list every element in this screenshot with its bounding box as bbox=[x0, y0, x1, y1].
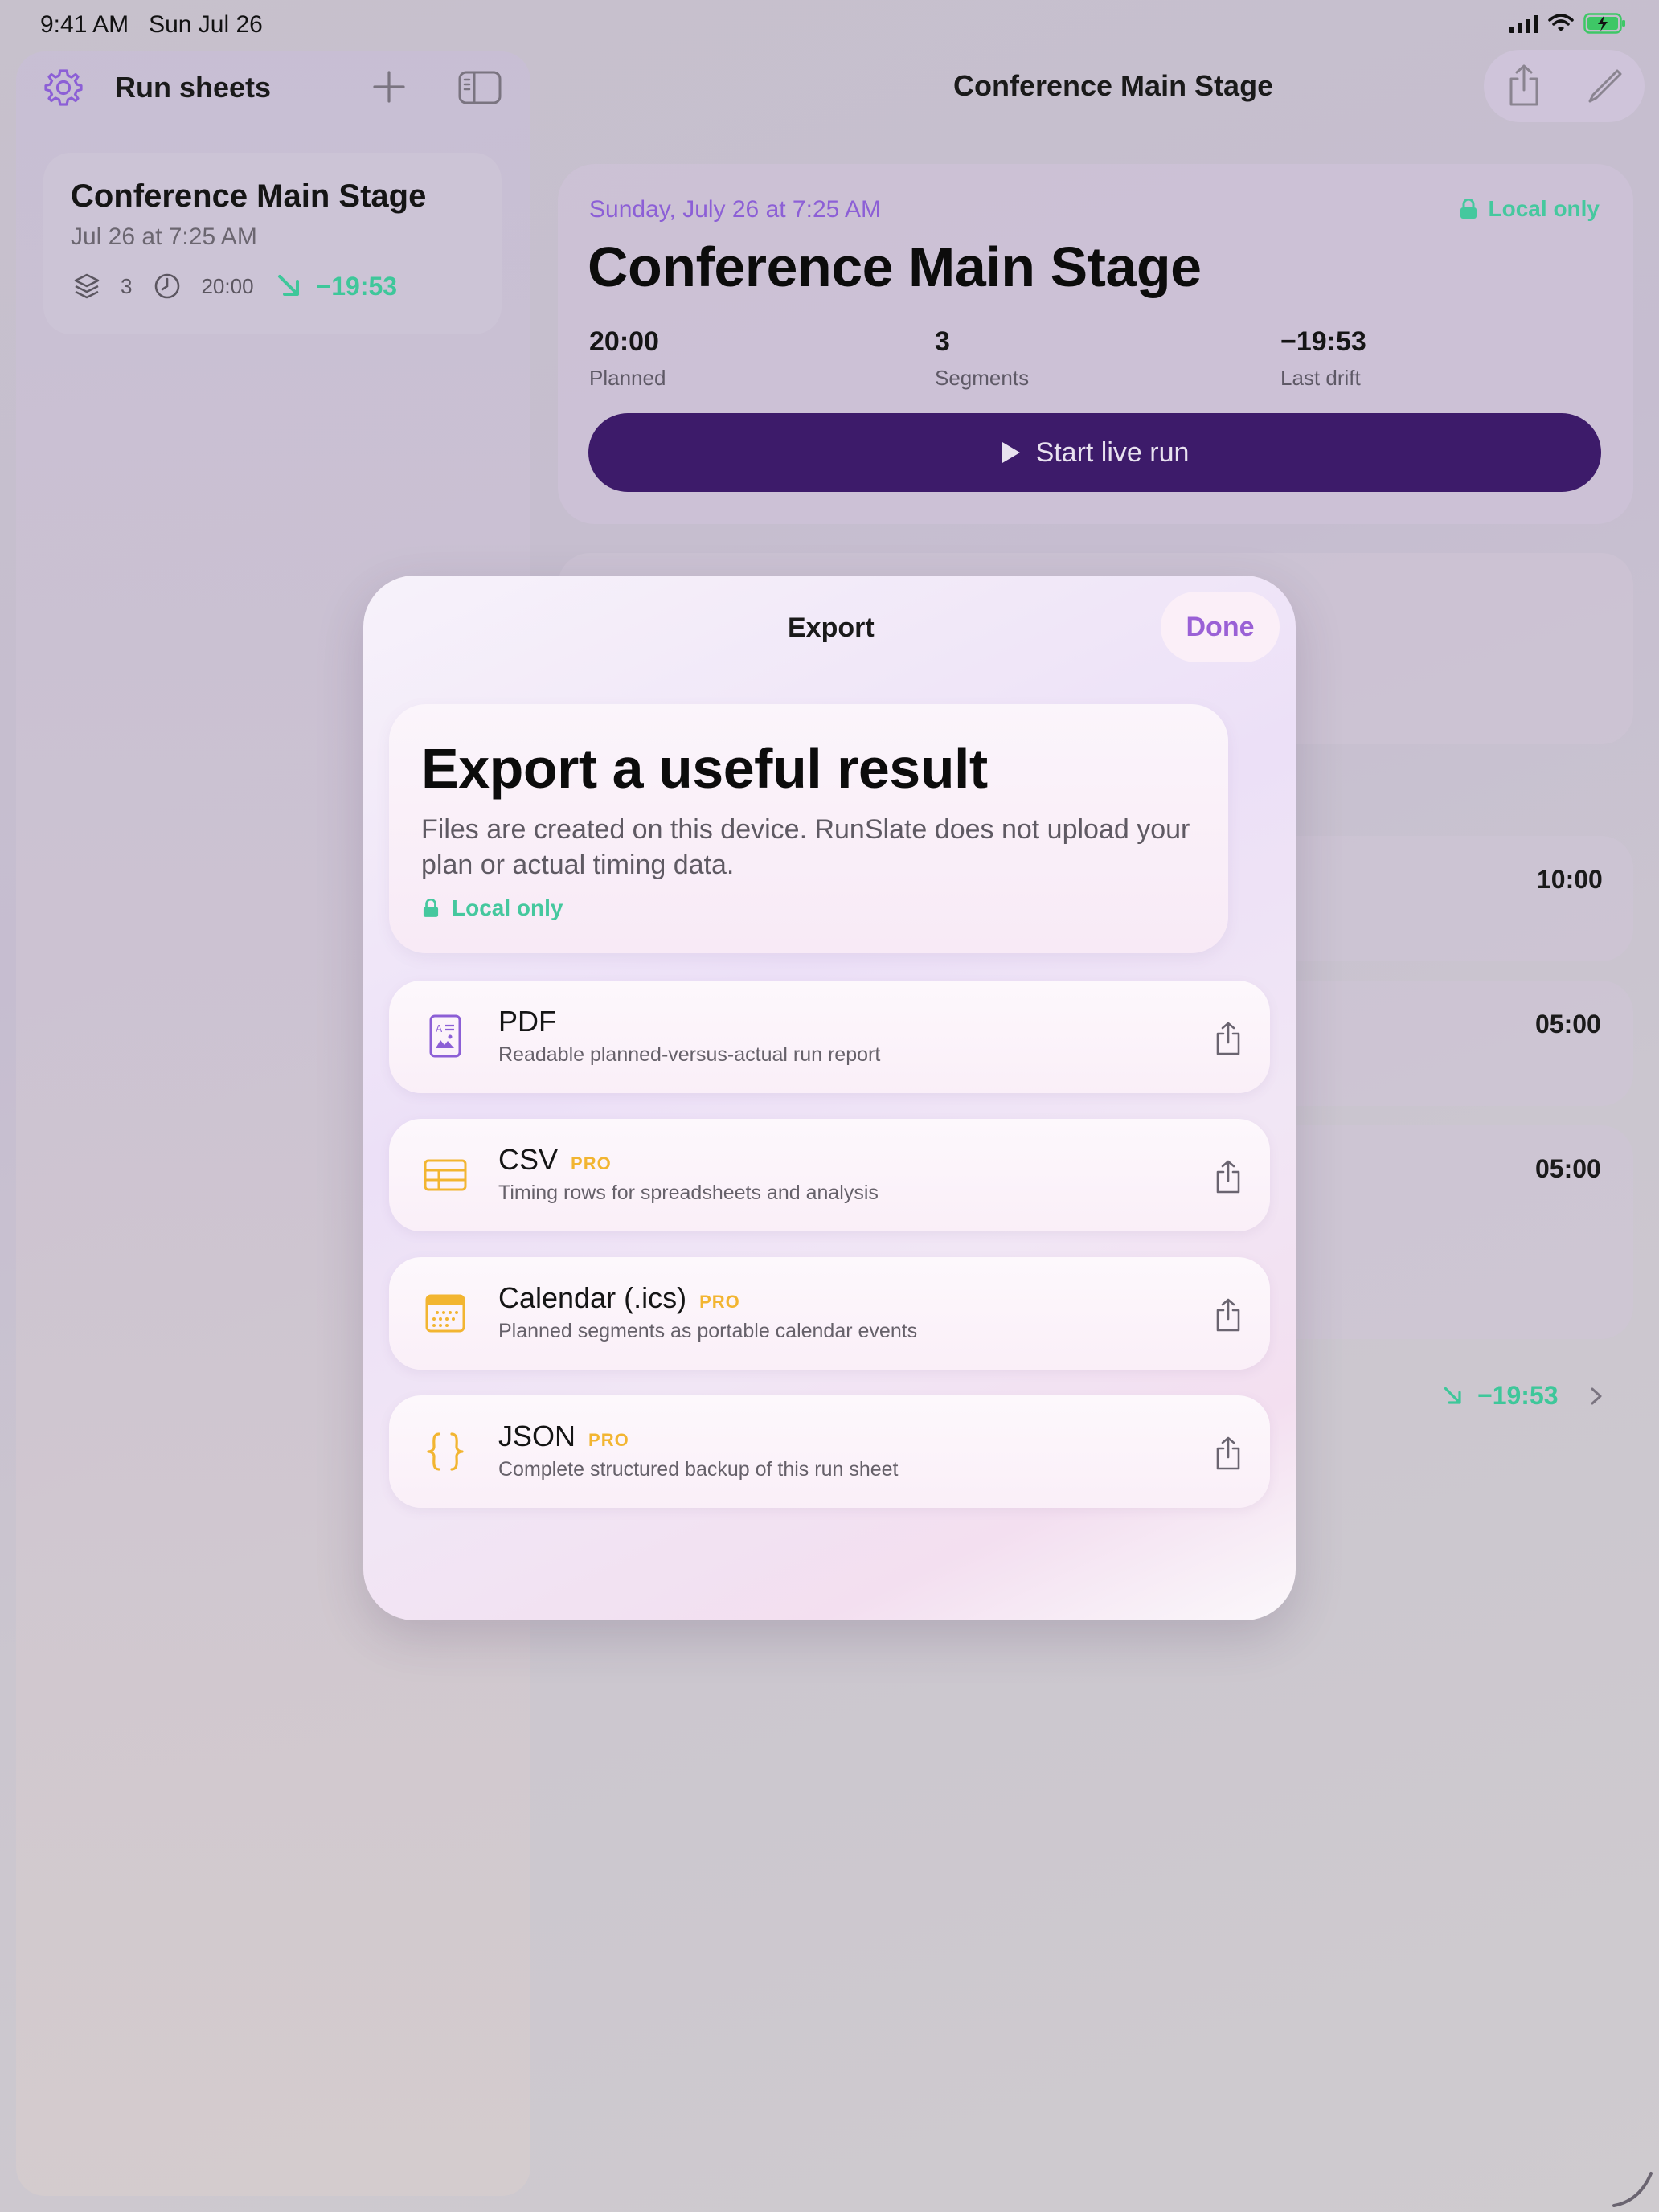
segment-duration: 05:00 bbox=[1535, 1154, 1601, 1183]
stat-planned: 20:00 Planned bbox=[589, 326, 666, 391]
run-sheet-segment-count: 3 bbox=[121, 273, 133, 298]
stat-segments: 3 Segments bbox=[935, 326, 1029, 391]
share-icon[interactable] bbox=[1212, 1159, 1244, 1194]
run-sheet-duration: 20:00 bbox=[201, 273, 254, 298]
export-option-name: CSV PRO bbox=[498, 1143, 612, 1177]
share-icon[interactable] bbox=[1212, 1436, 1244, 1471]
export-option-title: PDF bbox=[498, 1005, 556, 1038]
export-option-name: JSON PRO bbox=[498, 1419, 629, 1453]
last-run-drift-value: −19:53 bbox=[1477, 1381, 1559, 1410]
export-option-title: CSV bbox=[498, 1143, 559, 1176]
segment-duration: 10:00 bbox=[1537, 865, 1603, 894]
export-option-name: PDF bbox=[498, 1005, 556, 1038]
local-only-badge: Local only bbox=[423, 895, 563, 921]
clock-icon bbox=[155, 273, 180, 299]
run-sheet-drift: −19:53 bbox=[316, 271, 398, 301]
local-only-label: Local only bbox=[452, 895, 563, 920]
segment-duration: 05:00 bbox=[1535, 1010, 1601, 1038]
add-sheet-button[interactable] bbox=[371, 69, 407, 104]
main-title: Conference Main Stage bbox=[953, 69, 1274, 102]
export-option-title: JSON bbox=[498, 1419, 576, 1452]
run-sheet-title: Conference Main Stage bbox=[71, 178, 427, 214]
play-icon bbox=[1002, 442, 1020, 463]
lock-icon bbox=[1460, 199, 1477, 219]
stat-label: Planned bbox=[589, 366, 666, 390]
lock-icon bbox=[423, 899, 439, 917]
resize-handle-icon bbox=[1612, 2172, 1653, 2207]
pro-badge: PRO bbox=[699, 1292, 740, 1312]
export-sheet-title: Export bbox=[788, 612, 875, 643]
cellular-signal-icon bbox=[1509, 14, 1538, 33]
pro-badge: PRO bbox=[588, 1430, 629, 1450]
arrow-down-right-icon bbox=[1444, 1387, 1461, 1404]
stat-value: −19:53 bbox=[1280, 326, 1366, 357]
export-hero-body: Files are created on this device. RunSla… bbox=[421, 814, 1190, 880]
run-sheet-date: Jul 26 at 7:25 AM bbox=[71, 223, 257, 250]
status-indicators bbox=[1509, 13, 1627, 34]
share-icon[interactable] bbox=[1212, 1297, 1244, 1333]
edit-pencil-button[interactable] bbox=[1587, 68, 1624, 104]
svg-text:A: A bbox=[436, 1023, 443, 1034]
battery-charging-icon bbox=[1583, 13, 1625, 34]
curly-braces-icon bbox=[427, 1432, 464, 1471]
wifi-icon bbox=[1548, 14, 1574, 31]
export-option-description: Readable planned-versus-actual run repor… bbox=[498, 1043, 881, 1066]
stat-last-drift: −19:53 Last drift bbox=[1280, 326, 1366, 391]
start-live-run-button[interactable]: Start live run bbox=[588, 413, 1601, 492]
export-option-name: Calendar (.ics) PRO bbox=[498, 1281, 740, 1315]
stat-value: 3 bbox=[935, 326, 950, 357]
pdf-document-icon: A bbox=[429, 1014, 461, 1058]
export-option-description: Timing rows for spreadsheets and analysi… bbox=[498, 1182, 879, 1204]
sidebar-toggle-icon[interactable] bbox=[458, 71, 502, 104]
table-grid-icon bbox=[424, 1159, 467, 1191]
settings-gear-icon[interactable] bbox=[43, 68, 84, 108]
chevron-right-icon bbox=[1591, 1387, 1602, 1404]
stat-label: Segments bbox=[935, 366, 1030, 390]
arrow-down-right-icon bbox=[277, 275, 299, 296]
stat-value: 20:00 bbox=[589, 326, 659, 357]
detail-title: Conference Main Stage bbox=[588, 236, 1202, 298]
local-only-badge: Local only bbox=[1460, 196, 1600, 222]
share-icon[interactable] bbox=[1212, 1021, 1244, 1056]
export-option-description: Planned segments as portable calendar ev… bbox=[498, 1320, 918, 1342]
done-button[interactable]: Done bbox=[1161, 592, 1280, 662]
start-live-run-label: Start live run bbox=[1035, 436, 1190, 468]
sidebar-title: Run sheets bbox=[115, 71, 272, 104]
export-option-description: Complete structured backup of this run s… bbox=[498, 1458, 899, 1481]
last-run-drift-row[interactable]: −19:53 bbox=[1440, 1381, 1605, 1411]
pro-badge: PRO bbox=[571, 1153, 612, 1174]
share-button[interactable] bbox=[1503, 63, 1545, 108]
export-hero-title: Export a useful result bbox=[421, 737, 988, 800]
layers-icon bbox=[74, 273, 100, 299]
calendar-icon bbox=[425, 1294, 465, 1333]
export-option-title: Calendar (.ics) bbox=[498, 1281, 687, 1314]
status-time: 9:41 AM Sun Jul 26 bbox=[40, 11, 263, 38]
stat-label: Last drift bbox=[1280, 366, 1361, 390]
run-sheet-meta: 3 20:00 −19:53 bbox=[71, 270, 397, 302]
local-only-label: Local only bbox=[1488, 196, 1600, 221]
detail-date: Sunday, July 26 at 7:25 AM bbox=[589, 196, 882, 223]
